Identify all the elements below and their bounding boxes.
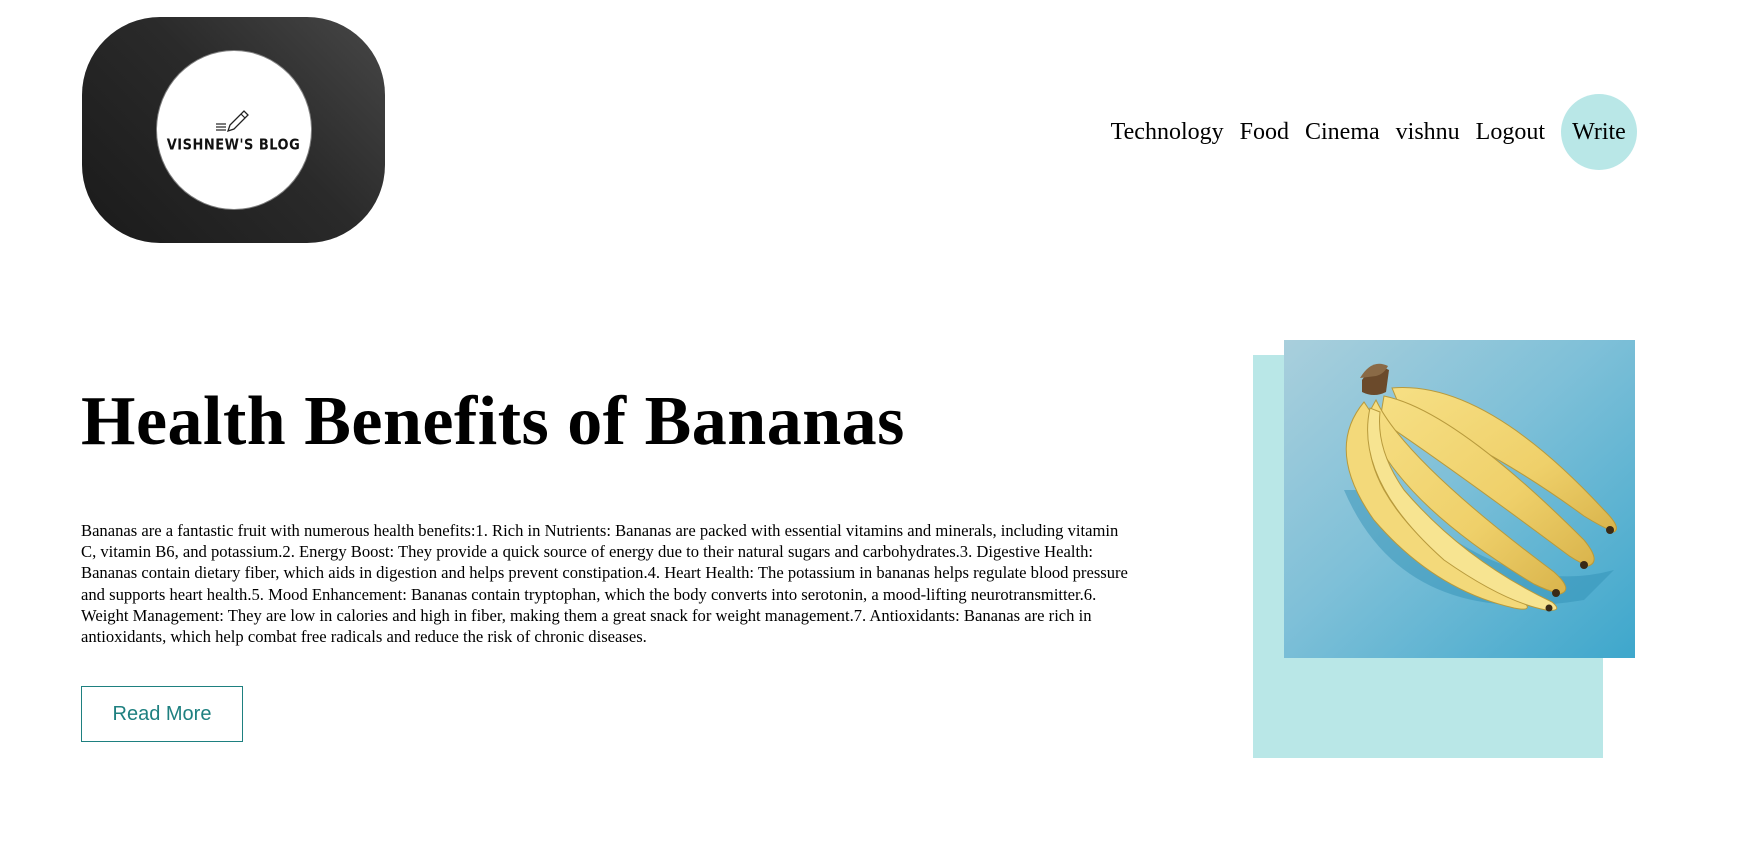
page: VISHNEW'S BLOG Technology Food Cinema vi… [0,0,1744,861]
pencil-icon [215,109,249,132]
read-more-button[interactable]: Read More [81,686,243,742]
logo[interactable]: VISHNEW'S BLOG [82,17,385,243]
post-title: Health Benefits of Bananas [81,383,905,460]
logo-text: VISHNEW'S BLOG [166,136,301,154]
write-button[interactable]: Write [1561,94,1637,170]
nav-food[interactable]: Food [1240,119,1289,146]
nav-cinema[interactable]: Cinema [1305,119,1380,146]
nav-logout[interactable]: Logout [1476,119,1545,146]
post-body: Bananas are a fantastic fruit with numer… [81,521,1128,647]
main-nav: Technology Food Cinema vishnu Logout Wri… [1111,94,1637,170]
nav-user[interactable]: vishnu [1396,119,1460,146]
logo-badge: VISHNEW'S BLOG [156,51,311,209]
bananas-photo-icon [1284,340,1635,658]
nav-technology[interactable]: Technology [1111,119,1224,146]
post-image [1284,340,1635,658]
